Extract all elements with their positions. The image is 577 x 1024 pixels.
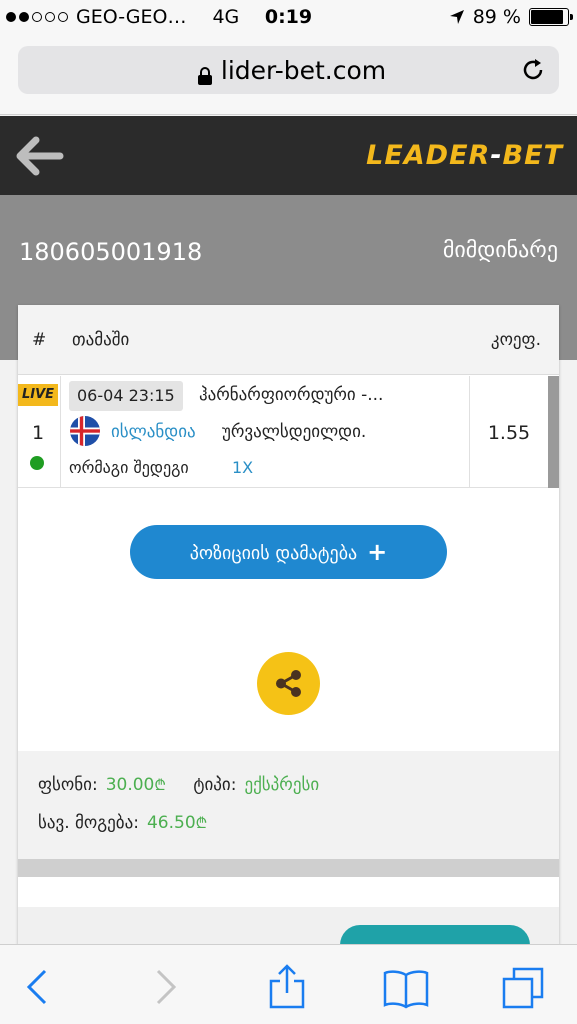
logo-text-end: BET — [502, 140, 563, 171]
browser-share-icon[interactable] — [263, 963, 311, 1011]
browser-address-area: lider-bet.com — [0, 36, 577, 115]
column-header-number: # — [32, 330, 47, 350]
logo-text-main: LEADER — [366, 140, 491, 171]
status-bar: GEO-GEO… 4G 0:19 89 % — [0, 0, 577, 36]
logo-dash: - — [490, 140, 503, 171]
battery-icon — [529, 8, 573, 26]
browser-toolbar — [0, 944, 577, 1024]
url-text: lider-bet.com — [18, 56, 559, 85]
share-icon — [276, 670, 301, 697]
event-datetime: 06-04 23:15 — [69, 381, 183, 411]
row-number: 1 — [31, 422, 45, 444]
stake-value: 30.00₾ — [106, 775, 166, 795]
lower-section — [18, 877, 559, 907]
bet-summary: ფსონი: 30.00₾ ტიპი: ექსპრესი სავ. მოგება: 4… — [18, 751, 559, 859]
reload-icon[interactable] — [519, 56, 547, 84]
share-button[interactable] — [257, 652, 320, 715]
stake-amount: 30.00 — [105, 775, 155, 795]
row-scrollbar[interactable] — [548, 376, 559, 488]
add-position-label: პოზიციის დამატება — [189, 543, 358, 564]
back-arrow-icon[interactable] — [14, 134, 66, 178]
plus-icon: + — [367, 538, 388, 566]
currency-symbol: ₾ — [154, 776, 166, 794]
app-header: LEADER-BET — [0, 116, 577, 195]
iceland-flag-icon — [70, 416, 100, 446]
payout-label: სავ. მოგება: — [38, 813, 139, 833]
coef-cell: 1.55 — [470, 376, 548, 487]
add-position-button[interactable]: პოზიციის დამატება + — [130, 525, 447, 579]
game-cell: 06-04 23:15 ჰარნარფიორდური -... ისლანდია… — [61, 376, 470, 487]
event-name: ჰარნარფიორდური -... — [199, 385, 384, 405]
location-arrow-icon — [449, 10, 464, 24]
table-header: # თამაში კოეფ. — [18, 305, 559, 375]
stake-label: ფსონი: — [38, 775, 98, 795]
bookmarks-icon[interactable] — [382, 963, 430, 1011]
live-status-dot — [30, 456, 44, 470]
tabs-icon[interactable] — [500, 963, 548, 1011]
row-number-cell: LIVE 1 — [18, 376, 61, 487]
type-label: ტიპი: — [193, 775, 237, 795]
partially-hidden-button[interactable] — [340, 925, 530, 945]
section-divider — [18, 859, 559, 877]
coef-value: 1.55 — [487, 422, 531, 444]
market-name: ორმაგი შედეგი — [69, 458, 189, 477]
ticket-id: 180605001918 — [19, 238, 203, 266]
league-name: ურვალსდეილდი. — [222, 422, 367, 442]
battery-percent: 89 % — [472, 6, 521, 28]
browser-back-icon[interactable] — [15, 963, 63, 1011]
team-link[interactable]: ისლანდია — [111, 422, 196, 442]
leaderbet-logo[interactable]: LEADER-BET — [366, 140, 563, 171]
ticket-status: მიმდინარე — [442, 238, 558, 263]
live-badge: LIVE — [18, 384, 58, 406]
payout-amount: 46.50 — [146, 813, 196, 833]
currency-symbol: ₾ — [195, 814, 208, 832]
bet-row[interactable]: LIVE 1 06-04 23:15 ჰარნარფიორდური -... ი… — [18, 376, 548, 488]
type-value: ექსპრესი — [244, 775, 320, 795]
browser-forward-icon[interactable] — [140, 963, 188, 1011]
summary-line-payout: სავ. მოგება: 46.50₾ — [38, 813, 207, 833]
column-header-coef: კოეფ. — [490, 330, 541, 350]
column-header-game: თამაში — [72, 330, 130, 350]
payout-value: 46.50₾ — [147, 813, 207, 833]
address-bar[interactable]: lider-bet.com — [18, 46, 559, 94]
bet-ticket-card: # თამაში კოეფ. LIVE 1 06-04 23:15 ჰარნარ… — [18, 305, 559, 945]
summary-line-stake: ფსონი: 30.00₾ ტიპი: ექსპრესი — [38, 775, 319, 795]
url-value: lider-bet.com — [220, 56, 387, 85]
market-pick: 1X — [232, 458, 254, 477]
status-right: 89 % — [449, 6, 573, 28]
